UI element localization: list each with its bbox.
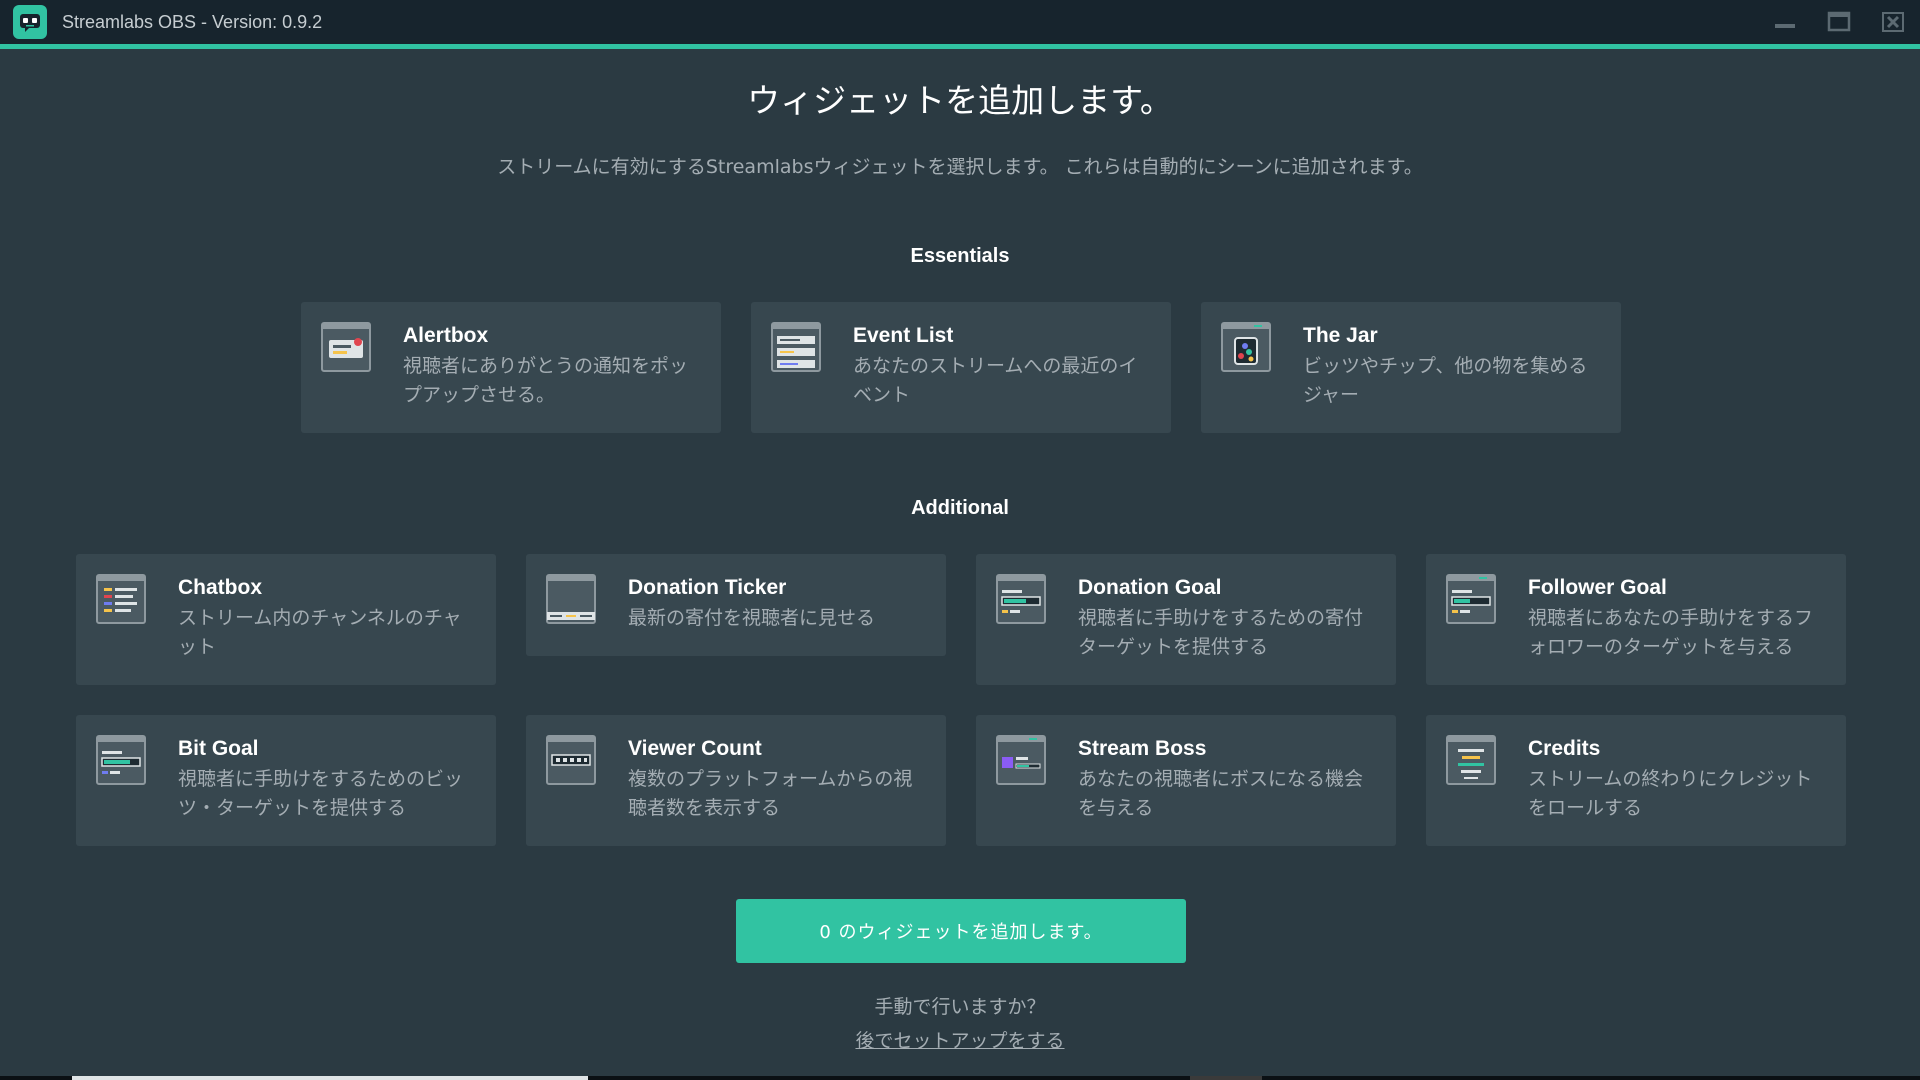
maximize-icon xyxy=(1827,11,1851,32)
widget-name: Donation Ticker xyxy=(628,576,787,599)
widget-description: 最新の寄付を視聴者に見せる xyxy=(628,607,876,629)
page-title: ウィジェットを追加します。 xyxy=(747,81,1173,120)
close-button[interactable] xyxy=(1866,0,1920,44)
streamlabs-logo-icon xyxy=(13,5,47,39)
taskbar-strip xyxy=(0,1076,1920,1080)
widget-description: 視聴者にありがとうの通知をポップアップさせる。 xyxy=(403,355,689,406)
setup-later-link-row: 後でセットアップをする xyxy=(0,1026,1920,1053)
widget-name: Donation Goal xyxy=(1078,576,1222,599)
widget-card-alertbox[interactable]: Alertbox 視聴者にありがとうの通知をポップアップさせる。 xyxy=(301,302,721,433)
maximize-button[interactable] xyxy=(1812,0,1866,44)
credits-icon xyxy=(1446,735,1496,785)
widget-name: Viewer Count xyxy=(628,737,762,760)
widget-name: Event List xyxy=(853,324,954,347)
widget-name: Alertbox xyxy=(403,324,489,347)
add-widgets-button[interactable]: 0 のウィジェットを追加します。 xyxy=(736,899,1186,963)
widget-name: Stream Boss xyxy=(1078,737,1207,760)
bit-goal-icon xyxy=(96,735,146,785)
chatbox-icon xyxy=(96,574,146,624)
widget-card-viewer-count[interactable]: Viewer Count 複数のプラットフォームからの視聴者数を表示する xyxy=(526,715,946,846)
stream-boss-icon xyxy=(996,735,1046,785)
widget-description: あなたのストリームへの最近のイベント xyxy=(853,355,1138,406)
event-list-icon xyxy=(771,322,821,372)
widget-description: 視聴者に手助けをするためのビッツ・ターゲットを提供する xyxy=(178,768,464,819)
widget-card-the-jar[interactable]: The Jar ビッツやチップ、他の物を集めるジャー xyxy=(1201,302,1621,433)
donation-ticker-icon xyxy=(546,574,596,624)
widget-card-chatbox[interactable]: Chatbox ストリーム内のチャンネルのチャット xyxy=(76,554,496,685)
taskbar-highlight xyxy=(72,1076,588,1080)
minimize-button[interactable] xyxy=(1758,0,1812,44)
widget-name: Follower Goal xyxy=(1528,576,1667,599)
window-controls xyxy=(1758,0,1920,44)
widget-card-stream-boss[interactable]: Stream Boss あなたの視聴者にボスになる機会を与える xyxy=(976,715,1396,846)
widget-setup-page: ウィジェットを追加します。 ストリームに有効にするStreamlabsウィジェッ… xyxy=(0,49,1920,1080)
the-jar-icon xyxy=(1221,322,1271,372)
taskbar-item xyxy=(1190,1076,1262,1080)
manual-setup-question: 手動で行いますか？ xyxy=(874,996,1046,1018)
widget-card-donation-goal[interactable]: Donation Goal 視聴者に手助けをするための寄付ターゲットを提供する xyxy=(976,554,1396,685)
widget-description: ストリームの終わりにクレジットをロールする xyxy=(1528,768,1813,819)
widget-name: Bit Goal xyxy=(178,737,259,760)
widget-description: 視聴者に手助けをするための寄付ターゲットを提供する xyxy=(1078,607,1364,658)
widget-card-event-list[interactable]: Event List あなたのストリームへの最近のイベント xyxy=(751,302,1171,433)
page-subtitle: ストリームに有効にするStreamlabsウィジェットを選択します。 これらは自… xyxy=(497,156,1423,178)
widget-card-donation-ticker[interactable]: Donation Ticker 最新の寄付を視聴者に見せる xyxy=(526,554,946,656)
widget-name: Chatbox xyxy=(178,576,262,599)
widget-card-follower-goal[interactable]: Follower Goal 視聴者にあなたの手助けをするフォロワーのターゲットを… xyxy=(1426,554,1846,685)
minimize-icon xyxy=(1775,24,1795,28)
widget-description: 複数のプラットフォームからの視聴者数を表示する xyxy=(628,768,913,819)
widget-description: 視聴者にあなたの手助けをするフォロワーのターゲットを与える xyxy=(1528,607,1814,658)
widget-name: The Jar xyxy=(1303,324,1378,347)
close-icon xyxy=(1882,12,1904,32)
widget-description: ビッツやチップ、他の物を集めるジャー xyxy=(1303,355,1588,406)
viewer-count-icon xyxy=(546,735,596,785)
widget-card-credits[interactable]: Credits ストリームの終わりにクレジットをロールする xyxy=(1426,715,1846,846)
essentials-heading: Essentials xyxy=(910,245,1010,267)
widget-name: Credits xyxy=(1528,737,1601,760)
widget-description: ストリーム内のチャンネルのチャット xyxy=(178,607,462,658)
follower-goal-icon xyxy=(1446,574,1496,624)
alertbox-icon xyxy=(321,322,371,372)
title-bar: Streamlabs OBS - Version: 0.9.2 xyxy=(0,0,1920,44)
window-title: Streamlabs OBS - Version: 0.9.2 xyxy=(62,11,323,32)
widget-card-bit-goal[interactable]: Bit Goal 視聴者に手助けをするためのビッツ・ターゲットを提供する xyxy=(76,715,496,846)
donation-goal-icon xyxy=(996,574,1046,624)
additional-heading: Additional xyxy=(911,497,1009,519)
setup-later-link[interactable]: 後でセットアップをする xyxy=(855,1030,1064,1052)
widget-description: あなたの視聴者にボスになる機会を与える xyxy=(1078,768,1364,819)
